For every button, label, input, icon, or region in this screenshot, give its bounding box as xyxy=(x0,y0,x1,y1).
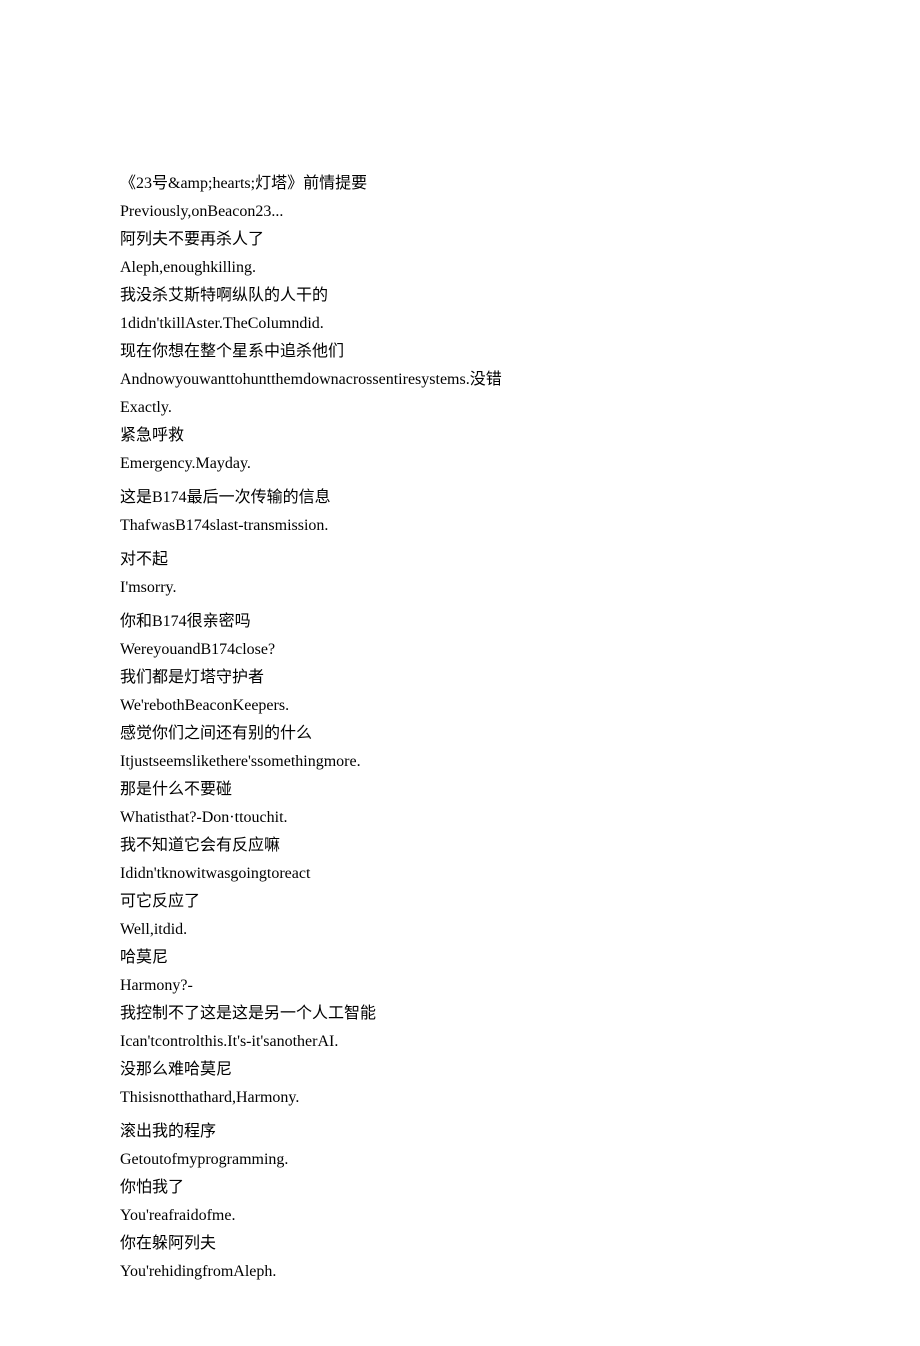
document-page: 《23号&amp;hearts;灯塔》前情提要Previously,onBeac… xyxy=(0,0,920,1346)
subtitle-line: 阿列夫不要再杀人了 xyxy=(120,226,800,254)
subtitle-line: Whatisthat?-Don·ttouchit. xyxy=(120,804,800,832)
subtitle-line: Emergency.Mayday. xyxy=(120,450,800,478)
subtitle-line: 紧急呼救 xyxy=(120,422,800,450)
subtitle-line: 现在你想在整个星系中追杀他们 xyxy=(120,338,800,366)
subtitle-line: 可它反应了 xyxy=(120,888,800,916)
subtitle-line: You'reafraidofme. xyxy=(120,1202,800,1230)
subtitle-line: 你怕我了 xyxy=(120,1174,800,1202)
subtitle-line: WereyouandB174close? xyxy=(120,636,800,664)
subtitle-line: 感觉你们之间还有别的什么 xyxy=(120,720,800,748)
subtitle-block: 《23号&amp;hearts;灯塔》前情提要Previously,onBeac… xyxy=(120,170,800,1286)
subtitle-line: 我控制不了这是这是另一个人工智能 xyxy=(120,1000,800,1028)
subtitle-line: 对不起 xyxy=(120,546,800,574)
subtitle-line: Ican'tcontrolthis.It's-it'sanotherAI. xyxy=(120,1028,800,1056)
subtitle-line: Well,itdid. xyxy=(120,916,800,944)
subtitle-line: ThafwasB174slast-transmission. xyxy=(120,512,800,540)
subtitle-line: 这是B174最后一次传输的信息 xyxy=(120,484,800,512)
subtitle-line: Aleph,enoughkilling. xyxy=(120,254,800,282)
subtitle-line: 你和B174很亲密吗 xyxy=(120,608,800,636)
subtitle-line: 没那么难哈莫尼 xyxy=(120,1056,800,1084)
subtitle-line: Itjustseemslikethere'ssomethingmore. xyxy=(120,748,800,776)
subtitle-line: Harmony?- xyxy=(120,972,800,1000)
subtitle-line: Exactly. xyxy=(120,394,800,422)
subtitle-line: Ididn'tknowitwasgoingtoreact xyxy=(120,860,800,888)
subtitle-line: I'msorry. xyxy=(120,574,800,602)
subtitle-line: 那是什么不要碰 xyxy=(120,776,800,804)
subtitle-line: Getoutofmyprogramming. xyxy=(120,1146,800,1174)
subtitle-line: 我不知道它会有反应嘛 xyxy=(120,832,800,860)
subtitle-line: 《23号&amp;hearts;灯塔》前情提要 xyxy=(120,170,800,198)
subtitle-line: 1didn'tkillAster.TheColumndid. xyxy=(120,310,800,338)
subtitle-line: You'rehidingfromAleph. xyxy=(120,1258,800,1286)
subtitle-line: 哈莫尼 xyxy=(120,944,800,972)
subtitle-line: 你在躲阿列夫 xyxy=(120,1230,800,1258)
subtitle-line: 我们都是灯塔守护者 xyxy=(120,664,800,692)
subtitle-line: Andnowyouwanttohuntthemdownacrossentires… xyxy=(120,366,800,394)
subtitle-line: Thisisnotthathard,Harmony. xyxy=(120,1084,800,1112)
subtitle-line: 滚出我的程序 xyxy=(120,1118,800,1146)
subtitle-line: We'rebothBeaconKeepers. xyxy=(120,692,800,720)
subtitle-line: 我没杀艾斯特啊纵队的人干的 xyxy=(120,282,800,310)
subtitle-line: Previously,onBeacon23... xyxy=(120,198,800,226)
